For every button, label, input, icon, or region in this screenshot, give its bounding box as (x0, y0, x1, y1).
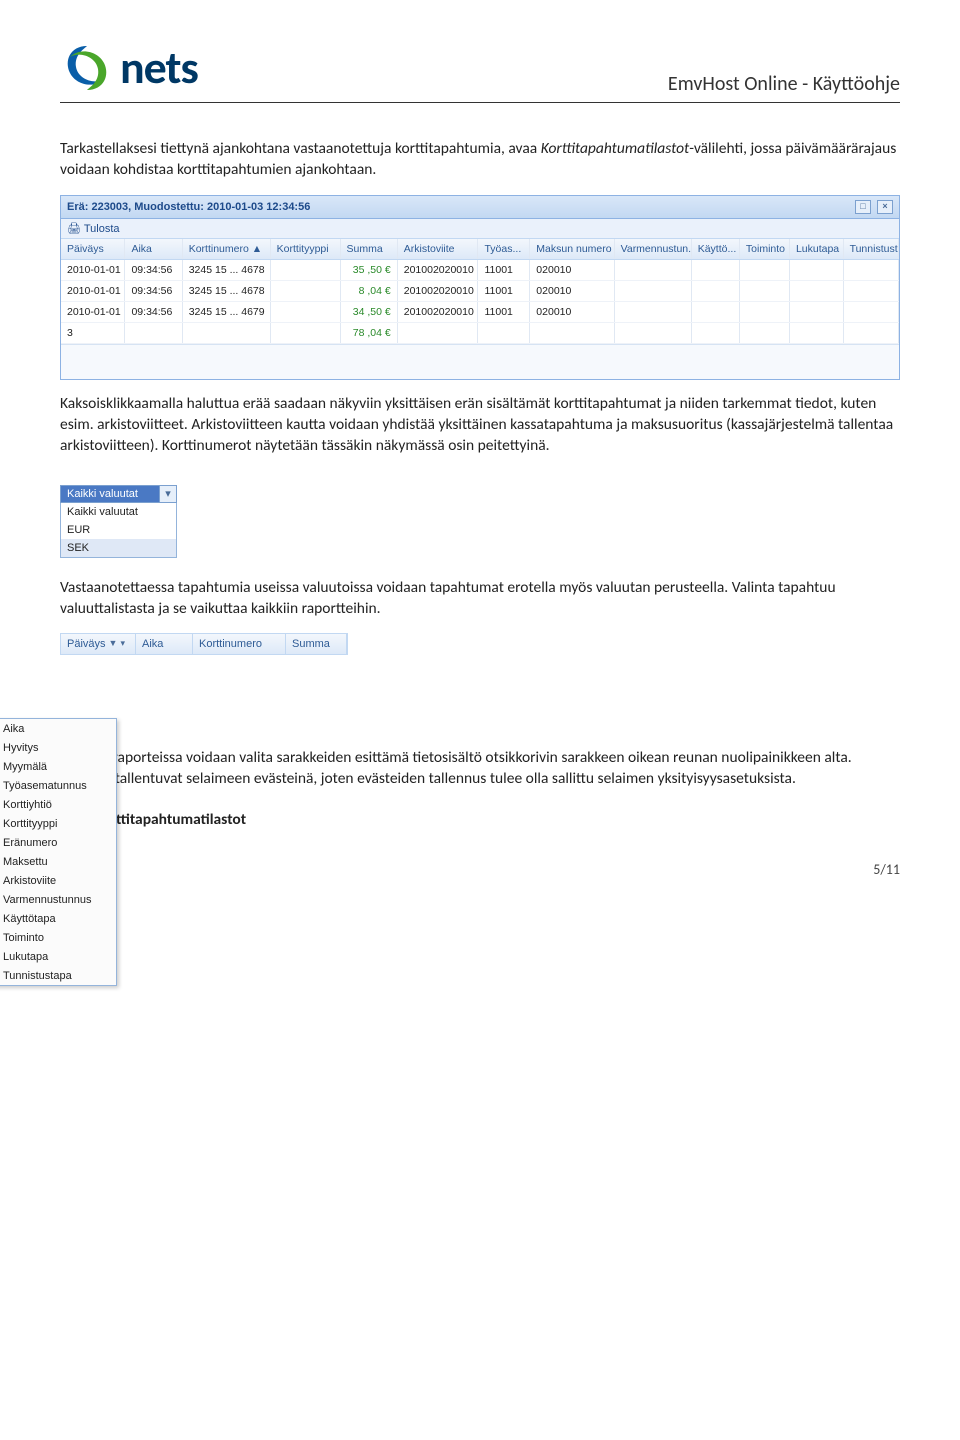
column-toggle-item[interactable]: Korttityyppi (0, 814, 116, 833)
paragraph-3: Vastaanotettaessa tapahtumia useissa val… (60, 578, 900, 620)
transactions-grid: Päiväys Aika Korttinumero ▲ Korttityyppi… (61, 239, 899, 344)
total-count: 3 (61, 323, 125, 343)
grid-totals-row: 3 78 ,04 € (61, 323, 899, 344)
paragraph-4: Kaikissa raporteissa voidaan valita sara… (60, 748, 900, 790)
columns-submenu: ✓Aika Hyvitys Myymälä Työasematunnus ✓Kortti… (0, 718, 117, 986)
column-toggle-label: Arkistoviite (3, 875, 56, 887)
print-label: Tulosta (84, 223, 120, 235)
column-toggle-item[interactable]: Lukutapa (0, 947, 116, 966)
column-toggle-item[interactable]: ✓Arkistoviite (0, 871, 116, 890)
column-toggle-item[interactable]: Käyttötapa (0, 909, 116, 928)
column-toggle-label: Varmennustunnus (3, 894, 91, 906)
column-toggle-label: Korttiyhtiö (3, 799, 52, 811)
column-toggle-item[interactable]: Eränumero (0, 833, 116, 852)
print-button[interactable]: 🖨 Tulosta (67, 223, 120, 235)
logo: nets (60, 40, 198, 96)
column-toggle-label: Eränumero (3, 837, 57, 849)
col-korttityyppi[interactable]: Korttityyppi (271, 239, 341, 259)
column-toggle-label: Käyttötapa (3, 913, 56, 925)
col-summa[interactable]: Summa (341, 239, 398, 259)
panel-toolbar: 🖨 Tulosta (61, 219, 899, 239)
col-summa-small[interactable]: Summa (286, 634, 347, 654)
currency-option-list: Kaikki valuutat EUR SEK (60, 503, 177, 558)
column-toggle-item[interactable]: Myymälä (0, 757, 116, 776)
panel-title-text: Erä: 223003, Muodostettu: 2010-01-03 12:… (67, 201, 310, 213)
col-korttinumero[interactable]: Korttinumero ▲ (183, 239, 271, 259)
column-toggle-label: Myymälä (3, 761, 47, 773)
panel-titlebar: Erä: 223003, Muodostettu: 2010-01-03 12:… (61, 196, 899, 219)
grid-header: Päiväys Aika Korttinumero ▲ Korttityyppi… (61, 239, 899, 260)
column-toggle-label: Toiminto (3, 932, 44, 944)
column-toggle-label: Hyvitys (3, 742, 38, 754)
col-tyoasema[interactable]: Työas... (478, 239, 530, 259)
column-toggle-item[interactable]: Tunnistustapa (0, 966, 116, 985)
currency-option[interactable]: EUR (61, 521, 176, 539)
section-heading: 3.3 Korttitapahtumatilastot (60, 810, 900, 829)
logo-swirl-icon (60, 41, 114, 95)
column-menu-screenshot: Päiväys ▼ ▾ Aika Korttinumero Summa A↓ J… (60, 633, 440, 734)
column-toggle-item[interactable]: Varmennustunnus (0, 890, 116, 909)
currency-selected: Kaikki valuutat (61, 486, 159, 502)
currency-dropdown[interactable]: Kaikki valuutat ▾ Kaikki valuutat EUR SE… (60, 485, 177, 558)
total-sum: 78 ,04 € (341, 323, 398, 343)
chevron-down-icon[interactable]: ▾ (159, 486, 176, 502)
sort-desc-icon: ▼ (109, 638, 118, 650)
col-paivays-small[interactable]: Päiväys ▼ ▾ (61, 634, 136, 654)
paragraph-1: Tarkastellaksesi tiettynä ajankohtana va… (60, 139, 900, 181)
table-row[interactable]: 2010-01-0109:34:563245 15 ... 467934 ,50… (61, 302, 899, 323)
column-toggle-item[interactable]: Hyvitys (0, 738, 116, 757)
column-toggle-item[interactable]: Työasematunnus (0, 776, 116, 795)
paragraph-2: Kaksoisklikkaamalla haluttua erää saadaa… (60, 394, 900, 457)
page-number: 5/11 (60, 861, 900, 878)
grid-footer (61, 344, 899, 379)
grid-header-small: Päiväys ▼ ▾ Aika Korttinumero Summa (60, 633, 348, 655)
col-aika[interactable]: Aika (125, 239, 182, 259)
column-toggle-item[interactable]: ✓Aika (0, 719, 116, 738)
para1-a: Tarkastellaksesi tiettynä ajankohtana va… (60, 139, 541, 158)
col-toiminto[interactable]: Toiminto (740, 239, 790, 259)
maximize-icon[interactable]: □ (855, 200, 871, 214)
column-toggle-label: Lukutapa (3, 951, 48, 963)
currency-option[interactable]: Kaikki valuutat (61, 503, 176, 521)
column-toggle-label: Aika (3, 723, 24, 735)
col-tunnistustapa[interactable]: Tunnistust... (844, 239, 899, 259)
col-arkistoviite[interactable]: Arkistoviite (398, 239, 479, 259)
table-row[interactable]: 2010-01-0109:34:563245 15 ... 467835 ,50… (61, 260, 899, 281)
para1-italic: Korttitapahtumatilastot (541, 139, 690, 158)
menu-trigger-icon[interactable]: ▾ (120, 638, 125, 650)
column-toggle-item[interactable]: ✓Korttiyhtiö (0, 795, 116, 814)
column-toggle-item[interactable]: Toiminto (0, 928, 116, 947)
column-toggle-label: Työasematunnus (3, 780, 87, 792)
col-korttinumero-small[interactable]: Korttinumero (193, 634, 286, 654)
print-icon: 🖨 (67, 223, 81, 235)
page-header: nets EmvHost Online - Käyttöohje (60, 40, 900, 103)
col-aika-small[interactable]: Aika (136, 634, 193, 654)
close-icon[interactable]: × (877, 200, 893, 214)
col-lukutapa[interactable]: Lukutapa (790, 239, 844, 259)
col-maksunumero[interactable]: Maksun numero (530, 239, 614, 259)
logo-text: nets (120, 40, 198, 96)
column-toggle-item[interactable]: Maksettu (0, 852, 116, 871)
col-varmennustunnus[interactable]: Varmennustun... (615, 239, 692, 259)
column-toggle-label: Korttityyppi (3, 818, 57, 830)
table-row[interactable]: 2010-01-0109:34:563245 15 ... 46788 ,04 … (61, 281, 899, 302)
column-toggle-label: Tunnistustapa (3, 970, 72, 982)
col-kayttotapa[interactable]: Käyttö... (692, 239, 740, 259)
col-paivays[interactable]: Päiväys (61, 239, 125, 259)
document-title: EmvHost Online - Käyttöohje (668, 72, 900, 96)
batch-panel: Erä: 223003, Muodostettu: 2010-01-03 12:… (60, 195, 900, 380)
currency-option[interactable]: SEK (61, 539, 176, 557)
column-toggle-label: Maksettu (3, 856, 48, 868)
